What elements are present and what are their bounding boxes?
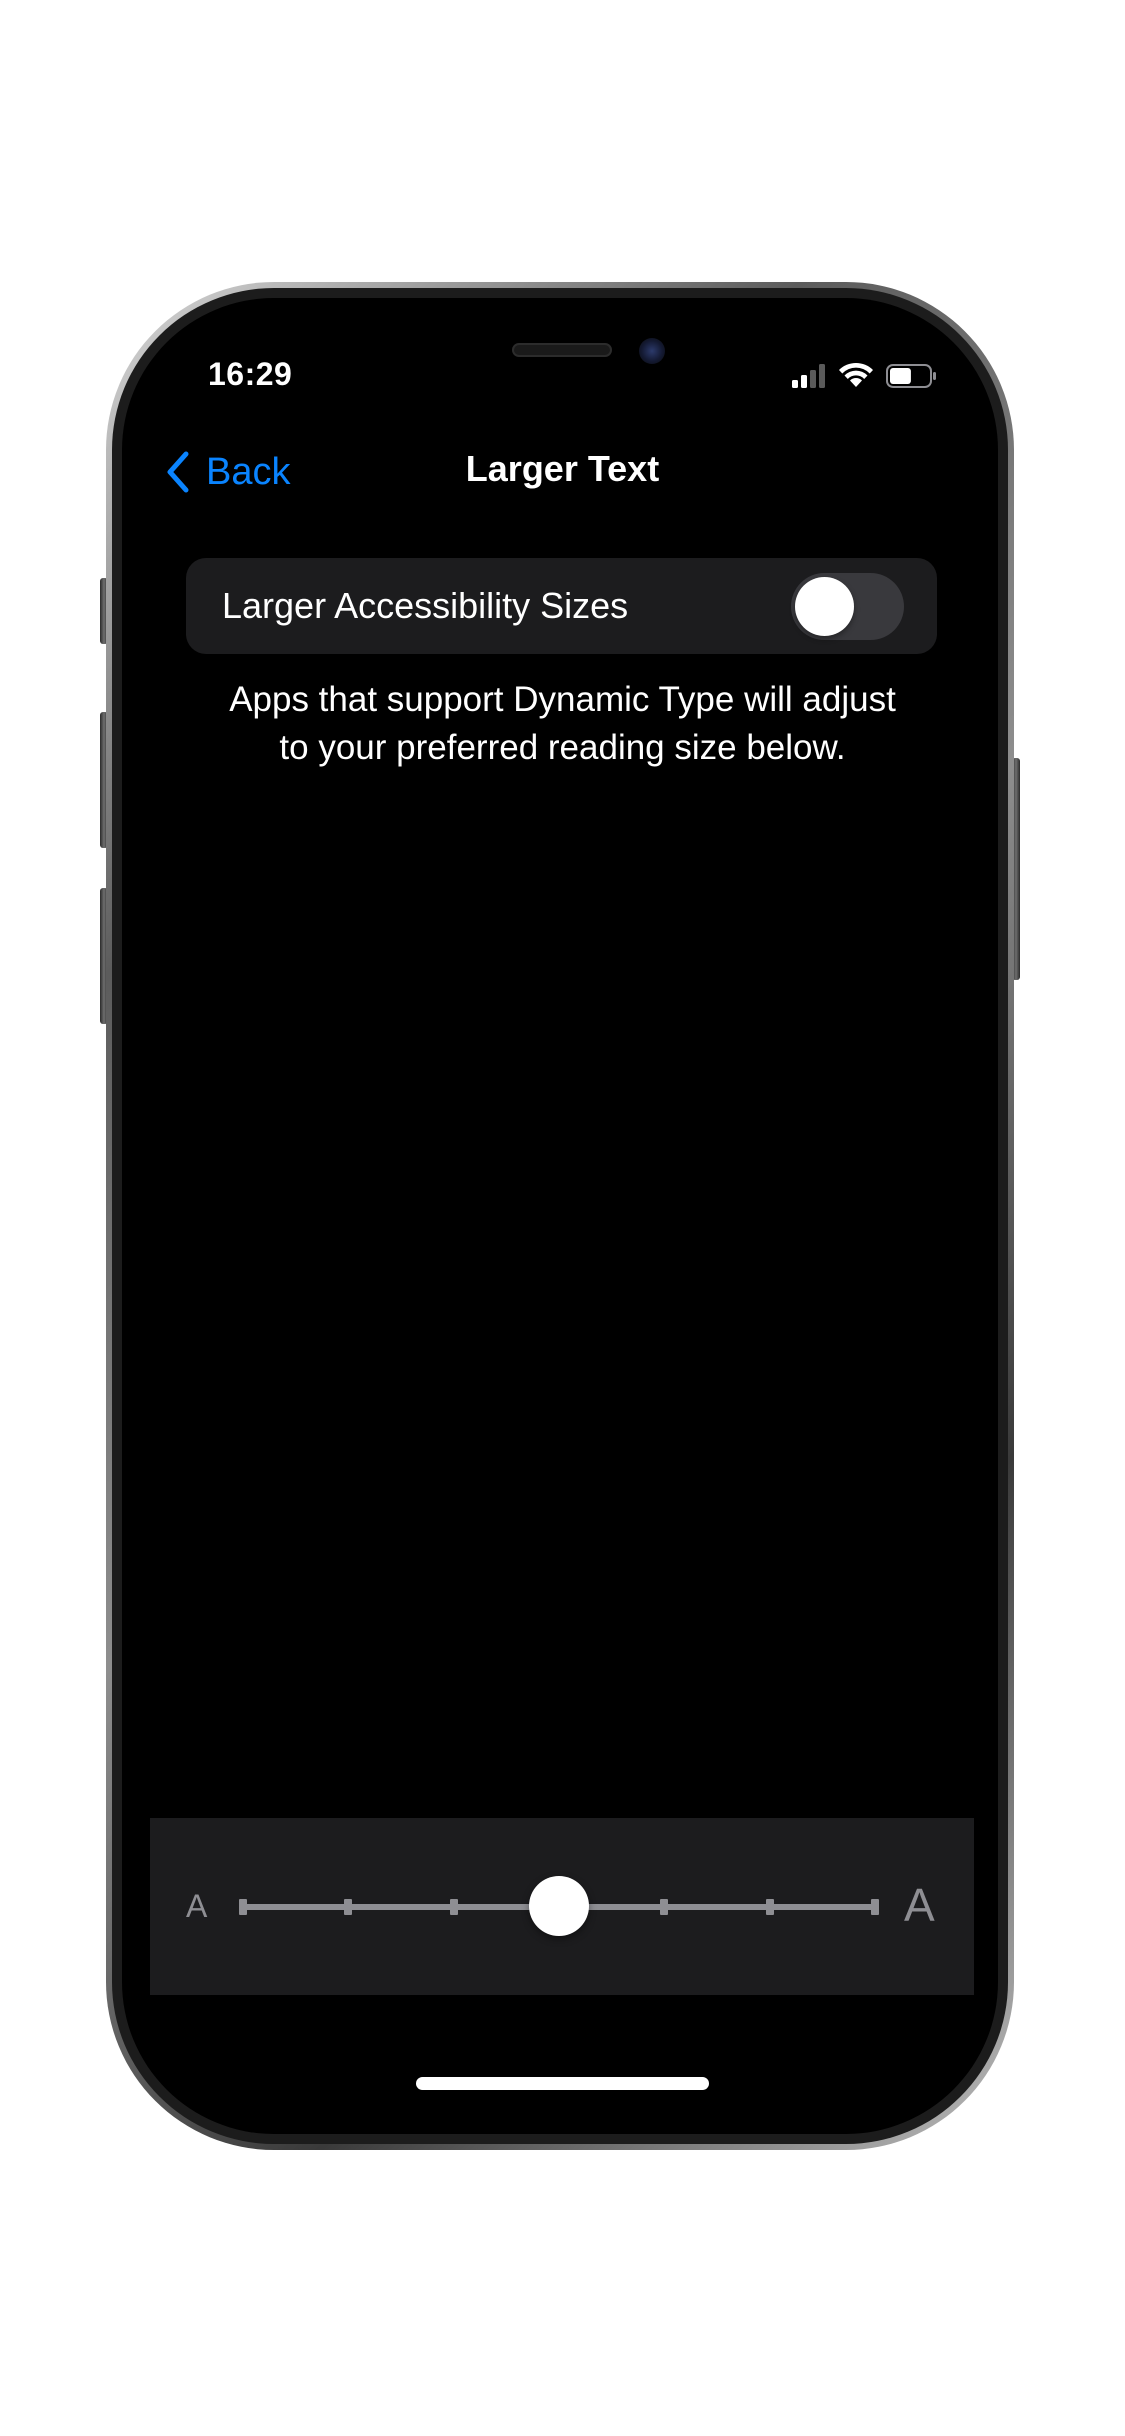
cellular-signal-icon — [792, 364, 825, 388]
toggle-knob — [795, 577, 854, 636]
slider-tick — [239, 1899, 247, 1915]
home-indicator[interactable] — [416, 2077, 709, 2090]
earpiece-speaker — [512, 343, 612, 357]
large-text-glyph: A — [904, 1879, 935, 1931]
status-time: 16:29 — [208, 356, 293, 392]
slider-tick — [660, 1899, 669, 1915]
slider-tick — [344, 1899, 353, 1915]
larger-accessibility-sizes-label: Larger Accessibility Sizes — [222, 585, 629, 626]
text-size-slider-thumb[interactable] — [529, 1876, 589, 1936]
larger-accessibility-sizes-toggle[interactable] — [791, 573, 904, 640]
battery-icon — [886, 364, 936, 388]
small-text-glyph: A — [186, 1888, 208, 1924]
slider-tick — [765, 1899, 774, 1915]
device-mockup: 16:29 Back Larger Text Larger Accessibil… — [0, 0, 1125, 2436]
slider-tick — [871, 1899, 879, 1915]
front-camera-icon — [639, 338, 665, 364]
page-title: Larger Text — [465, 448, 660, 489]
slider-tick — [449, 1899, 458, 1915]
wifi-icon — [839, 362, 873, 387]
dynamic-type-footer: Apps that support Dynamic Type will adju… — [229, 680, 896, 767]
status-icons — [790, 362, 940, 390]
larger-accessibility-sizes-row: Larger Accessibility Sizes — [186, 558, 937, 654]
